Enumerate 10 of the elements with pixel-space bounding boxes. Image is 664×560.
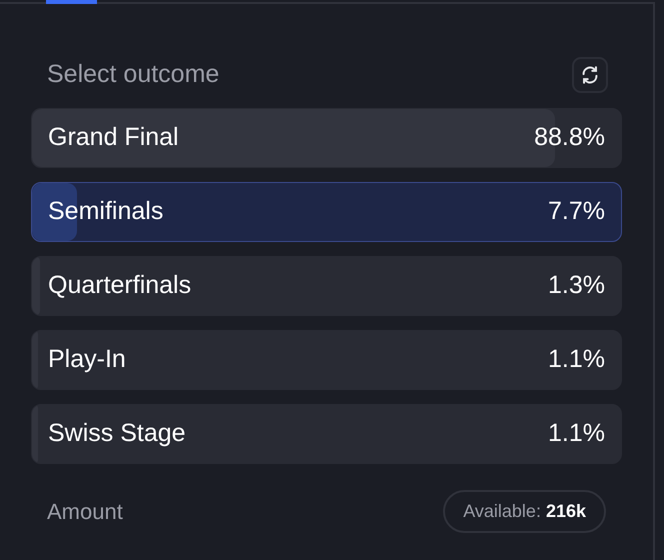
section-title: Select outcome [46, 59, 220, 90]
outcome-option[interactable]: Swiss Stage 1.1% [31, 404, 622, 464]
outcome-option[interactable]: Grand Final 88.8% [31, 108, 622, 168]
available-balance: Available: 216k [443, 490, 606, 532]
outcome-option[interactable]: Quarterfinals 1.3% [31, 256, 622, 316]
outcome-option[interactable]: Play-In 1.1% [31, 330, 622, 390]
tab-indicator [46, 0, 97, 4]
refresh-button[interactable] [572, 56, 608, 93]
outcome-option[interactable]: Semifinals 7.7% [31, 182, 622, 242]
amount-label: Amount [46, 498, 123, 526]
